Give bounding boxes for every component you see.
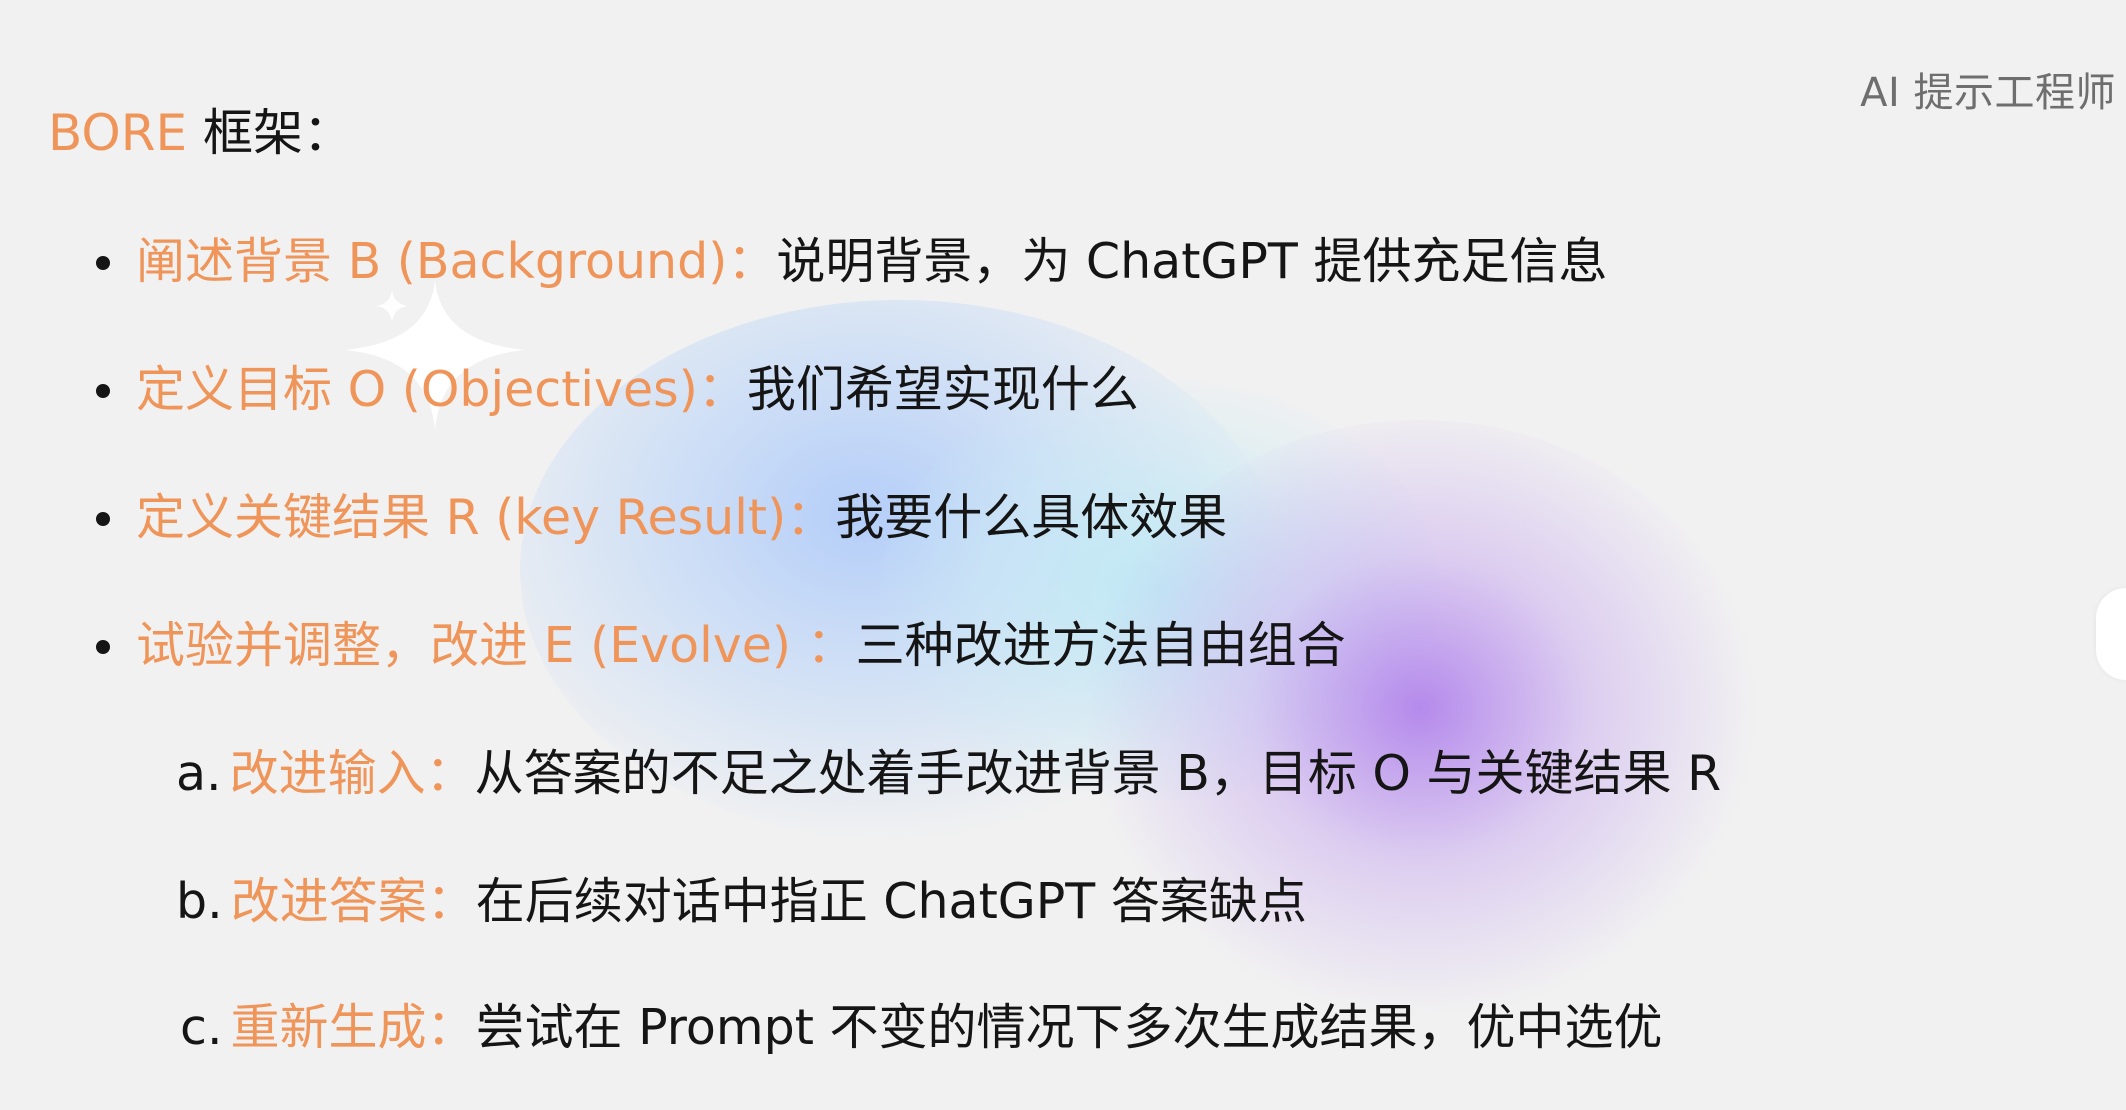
side-panel-handle[interactable] — [2096, 588, 2126, 680]
sub-list-marker: a. — [176, 745, 222, 802]
title-accent: BORE — [48, 104, 188, 162]
sub-list-item: a. 改进输入：从答案的不足之处着手改进背景 B，目标 O 与关键结果 R — [176, 744, 1721, 804]
title-rest: 框架： — [187, 104, 354, 162]
bullet-dot — [96, 384, 110, 398]
sub-list-label: 改进输入： — [229, 745, 475, 802]
list-item: 定义目标 O (Objectives)：我们希望实现什么 — [136, 360, 1139, 420]
bullet-dot — [96, 512, 110, 526]
slide: AI 提示工程师 BORE 框架： 阐述背景 B (Background)：说明… — [0, 0, 2126, 1110]
bullet-dot — [96, 640, 110, 654]
bullet-dot — [96, 256, 110, 270]
background-glow-cyan — [880, 380, 1440, 800]
list-item: 定义关键结果 R (key Result)：我要什么具体效果 — [136, 488, 1227, 548]
sub-list-item: c. 重新生成：尝试在 Prompt 不变的情况下多次生成结果，优中选优 — [180, 998, 1662, 1058]
sub-list-marker: c. — [180, 999, 223, 1056]
list-item-label: 定义关键结果 R (key Result)： — [136, 489, 836, 546]
sub-list-marker: b. — [176, 873, 223, 930]
list-item-text: 我要什么具体效果 — [835, 489, 1228, 546]
sub-list-text: 在后续对话中指正 ChatGPT 答案缺点 — [475, 873, 1307, 930]
list-item: 试验并调整，改进 E (Evolve) ：三种改进方法自由组合 — [136, 616, 1346, 676]
sub-list-label: 重新生成： — [230, 999, 476, 1056]
sub-list-item: b. 改进答案：在后续对话中指正 ChatGPT 答案缺点 — [176, 872, 1307, 932]
list-item: 阐述背景 B (Background)：说明背景，为 ChatGPT 提供充足信… — [136, 232, 1607, 292]
list-item-label: 试验并调整，改进 E (Evolve) ： — [136, 617, 856, 674]
list-item-label: 阐述背景 B (Background)： — [136, 233, 777, 290]
list-item-text: 说明背景，为 ChatGPT 提供充足信息 — [776, 233, 1608, 290]
sub-list-text: 尝试在 Prompt 不变的情况下多次生成结果，优中选优 — [475, 999, 1663, 1056]
sub-list-label: 改进答案： — [230, 873, 476, 930]
corner-label: AI 提示工程师 — [1860, 70, 2116, 116]
sub-list-text: 从答案的不足之处着手改进背景 B，目标 O 与关键结果 R — [474, 745, 1722, 802]
list-item-text: 我们希望实现什么 — [746, 361, 1139, 418]
page-title: BORE 框架： — [48, 103, 353, 163]
list-item-label: 定义目标 O (Objectives)： — [136, 361, 747, 418]
list-item-text: 三种改进方法自由组合 — [855, 617, 1346, 674]
